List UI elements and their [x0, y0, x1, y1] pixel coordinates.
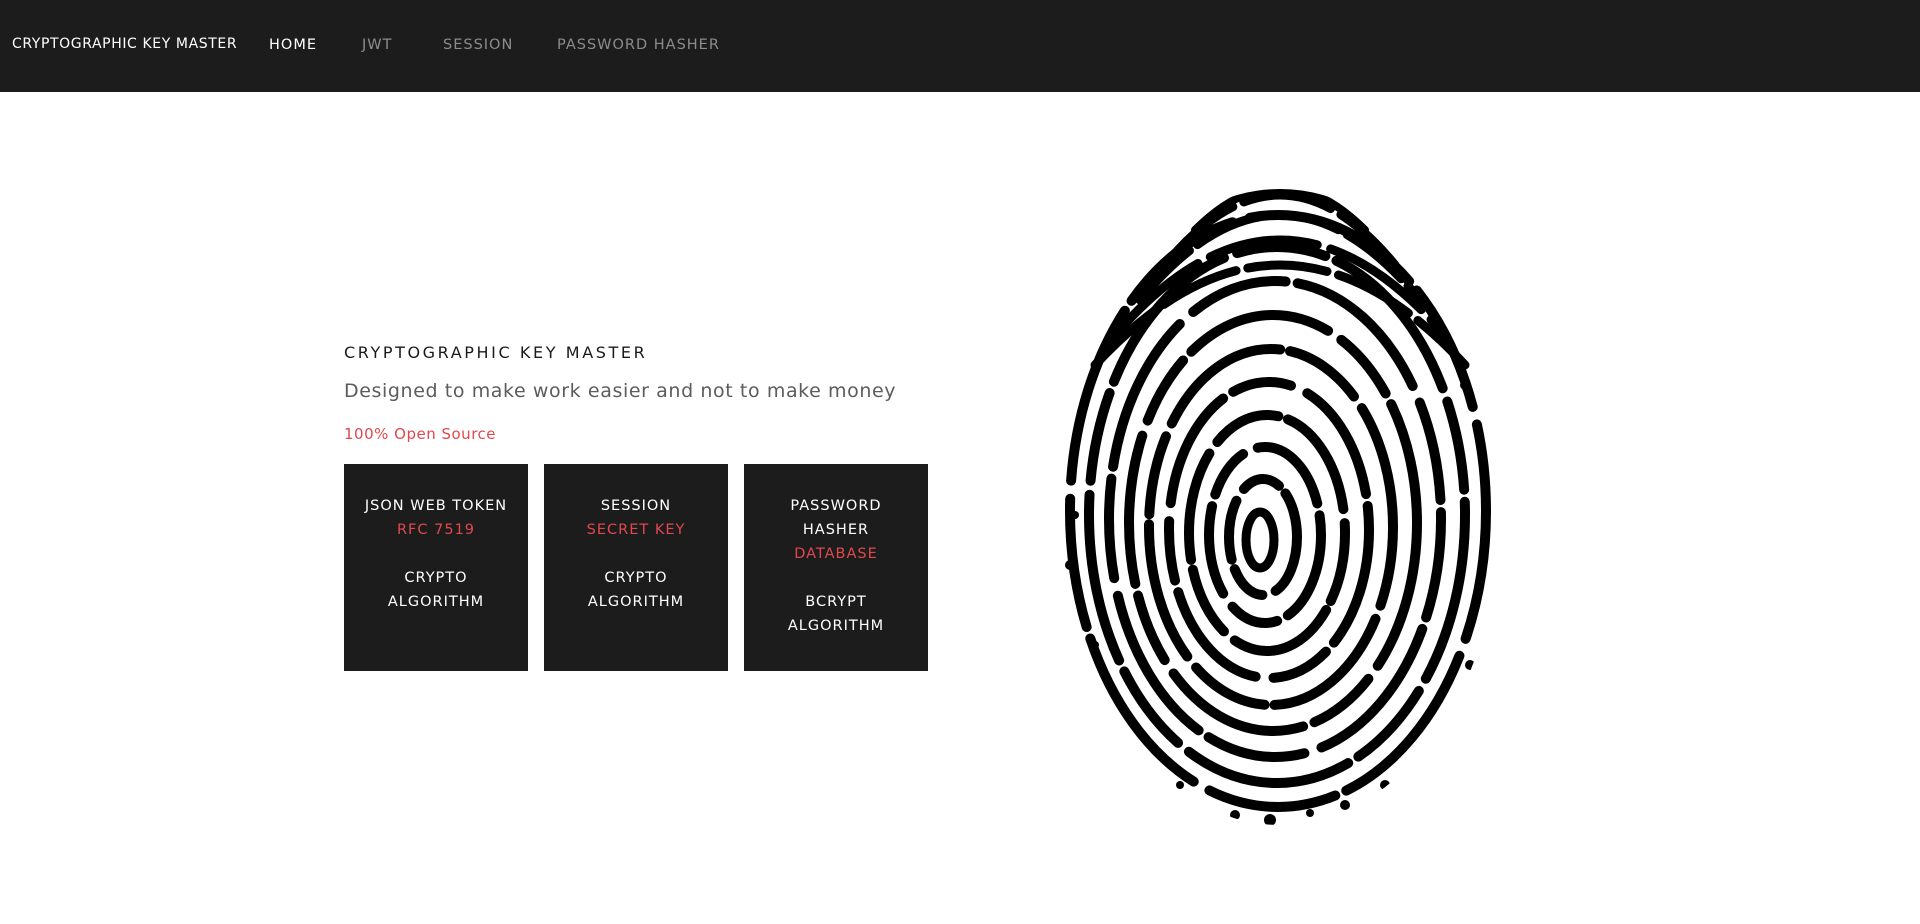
open-source-badge: 100% Open Source	[344, 425, 497, 443]
card-jwt[interactable]: JSON WEB TOKEN RFC 7519 CRYPTO ALGORITHM	[344, 464, 528, 671]
top-navbar: CRYPTOGRAPHIC KEY MASTER HOME JWT SESSIO…	[0, 0, 1920, 92]
card-hasher-title-line1: PASSWORD	[790, 498, 882, 514]
nav-link-home[interactable]: HOME	[269, 37, 317, 53]
nav-link-password-hasher[interactable]: PASSWORD HASHER	[557, 37, 720, 53]
fingerprint-icon	[1065, 189, 1491, 825]
hero-title: CRYPTOGRAPHIC KEY MASTER	[344, 343, 648, 362]
hero-subtitle: Designed to make work easier and not to …	[344, 380, 897, 402]
card-hasher-database: DATABASE	[794, 546, 878, 562]
card-session-algo-line2: ALGORITHM	[587, 594, 685, 610]
nav-link-session[interactable]: SESSION	[443, 37, 513, 53]
card-spacer	[544, 542, 728, 566]
card-jwt-algo-line2: ALGORITHM	[387, 594, 485, 610]
card-session[interactable]: SESSION SECRET KEY CRYPTO ALGORITHM	[544, 464, 728, 671]
card-hasher-title-line2: HASHER	[802, 522, 870, 538]
card-hasher-algo-line1: BCRYPT	[805, 594, 867, 610]
card-password-hasher[interactable]: PASSWORD HASHER DATABASE BCRYPT ALGORITH…	[744, 464, 928, 671]
card-session-title: SESSION	[600, 498, 672, 514]
card-session-algo-line1: CRYPTO	[604, 570, 668, 586]
card-session-key: SECRET KEY	[586, 522, 686, 538]
card-jwt-algo-line1: CRYPTO	[404, 570, 468, 586]
card-jwt-title: JSON WEB TOKEN	[364, 498, 508, 514]
nav-link-jwt[interactable]: JWT	[362, 37, 392, 53]
card-hasher-algo-line2: ALGORITHM	[787, 618, 885, 634]
card-jwt-standard: RFC 7519	[396, 522, 476, 538]
card-spacer	[744, 566, 928, 590]
card-spacer	[344, 542, 528, 566]
brand-logo-text[interactable]: CRYPTOGRAPHIC KEY MASTER	[12, 36, 237, 52]
